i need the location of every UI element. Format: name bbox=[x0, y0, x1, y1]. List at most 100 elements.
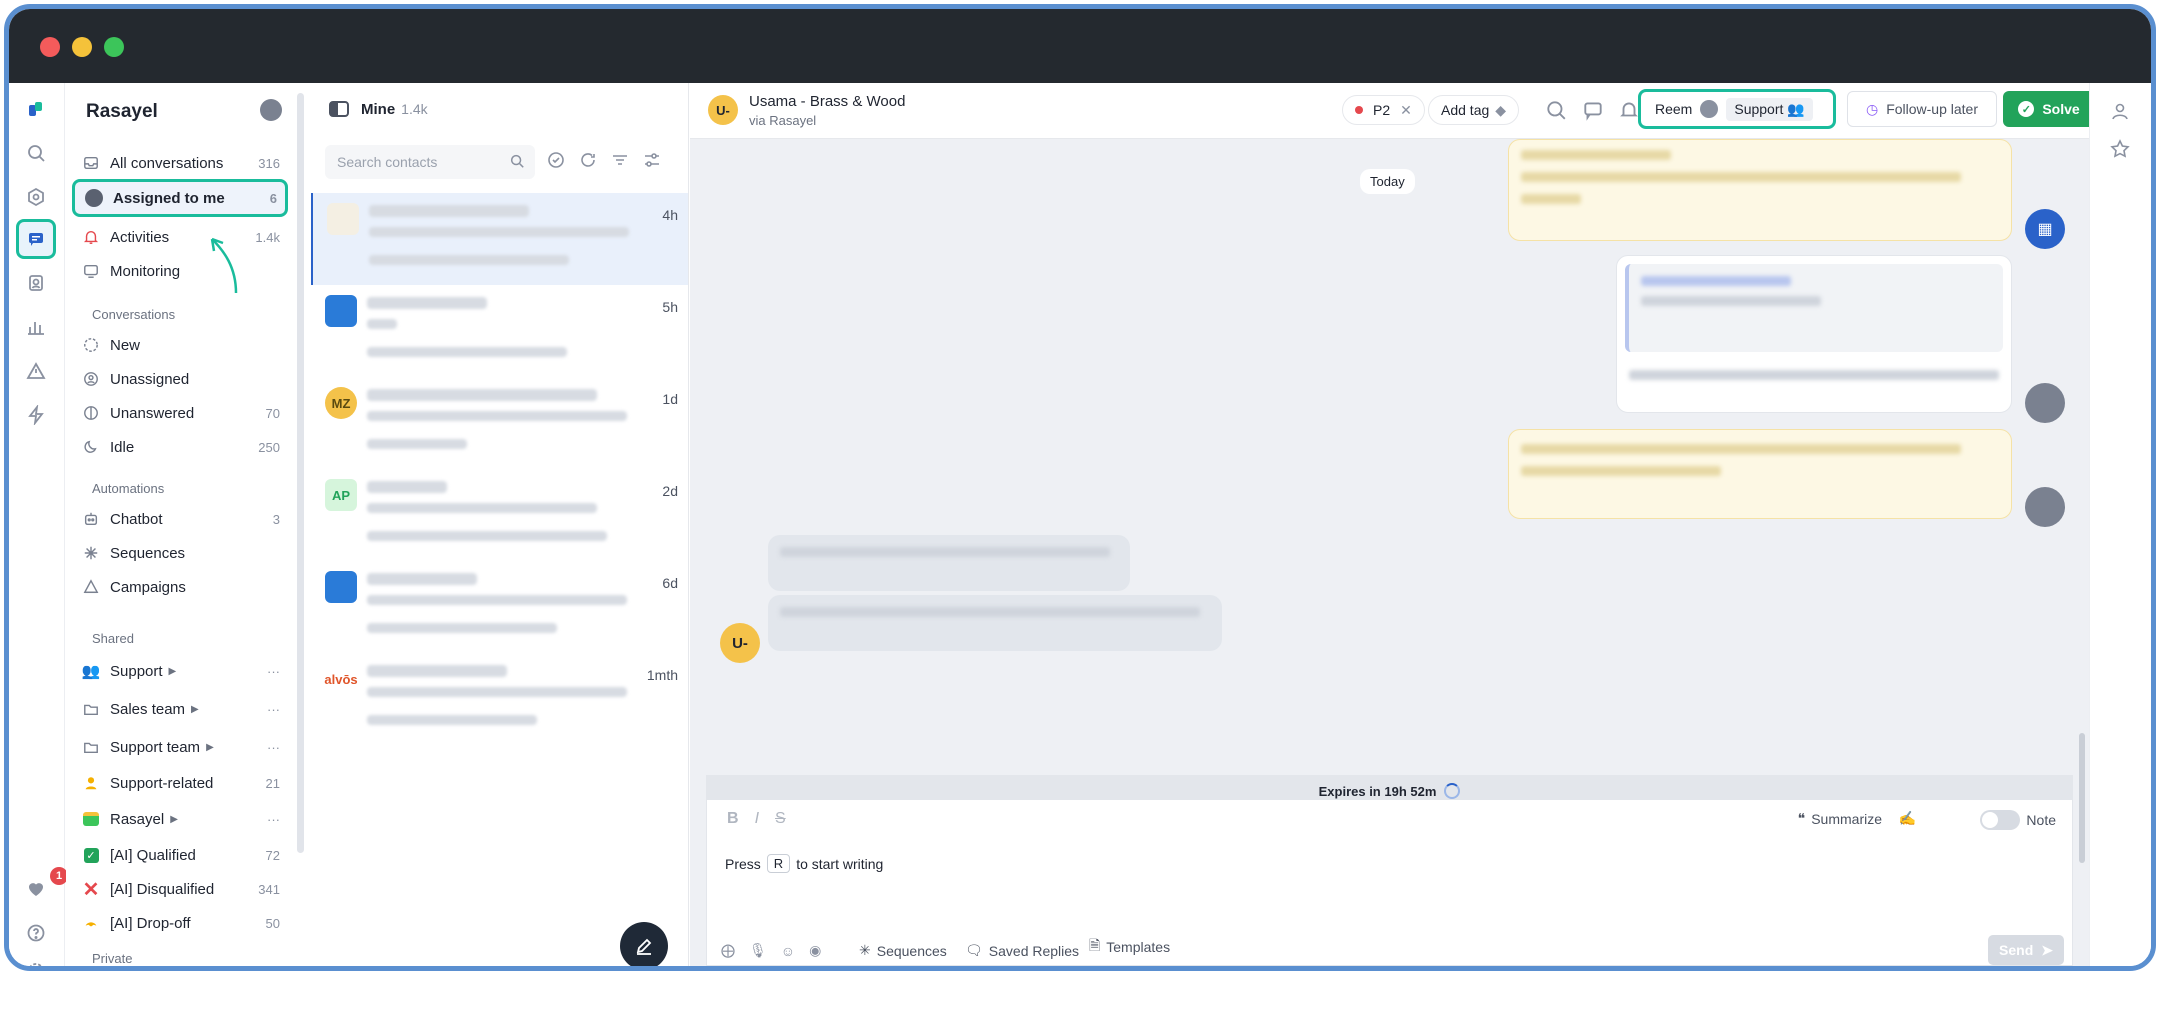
message-outgoing[interactable] bbox=[1508, 429, 2012, 519]
star-icon[interactable] bbox=[2110, 139, 2132, 161]
sidebar-item-support-team[interactable]: Support team ▶ ··· bbox=[72, 731, 288, 763]
lightning-icon[interactable] bbox=[24, 403, 48, 427]
contact-avatar bbox=[327, 203, 359, 235]
sidebar-item-chatbot[interactable]: Chatbot 3 bbox=[72, 503, 288, 535]
add-tag-button[interactable]: Add tag ◆ bbox=[1428, 95, 1520, 125]
close-window-button[interactable] bbox=[40, 37, 60, 57]
sidebar-item-support-related[interactable]: Support-related 21 bbox=[72, 767, 288, 799]
list-item[interactable]: AP 2d bbox=[311, 469, 688, 561]
more-icon[interactable]: ··· bbox=[267, 740, 288, 755]
contact-avatar[interactable]: U- bbox=[708, 95, 738, 125]
signature-icon[interactable]: ✍ bbox=[1899, 810, 1916, 827]
monitor-icon bbox=[82, 262, 100, 280]
filter-icon[interactable] bbox=[611, 151, 629, 174]
strikethrough-icon[interactable]: S bbox=[775, 810, 786, 828]
settings-icon[interactable]: ◉ bbox=[809, 942, 821, 959]
search-icon[interactable] bbox=[1545, 99, 1567, 121]
compose-new-button[interactable] bbox=[620, 922, 668, 966]
more-icon[interactable]: ··· bbox=[267, 664, 288, 679]
note-toggle[interactable]: Note bbox=[1980, 810, 2056, 830]
list-item[interactable]: 4h bbox=[311, 193, 688, 285]
sidebar-item-idle[interactable]: Idle 250 bbox=[72, 431, 288, 463]
message-incoming[interactable] bbox=[768, 595, 1222, 651]
rasayel-logo-icon[interactable] bbox=[24, 97, 48, 121]
reports-icon[interactable] bbox=[24, 315, 48, 339]
sidebar-item-campaigns[interactable]: Campaigns bbox=[72, 571, 288, 603]
contact-name[interactable]: Usama - Brass & Wood bbox=[749, 93, 905, 110]
messages-scrollbar[interactable] bbox=[2079, 733, 2085, 863]
blurred-name bbox=[369, 205, 529, 217]
message-outgoing[interactable] bbox=[1508, 139, 2012, 241]
search-icon[interactable] bbox=[24, 141, 48, 165]
sidebar-item-ai-drop-off[interactable]: [AI] Drop-off 50 bbox=[72, 907, 288, 939]
sidebar-item-support[interactable]: 👥 Support ▶ ··· bbox=[72, 655, 288, 687]
gear-icon[interactable] bbox=[24, 959, 48, 966]
sidebar-scrollbar[interactable] bbox=[297, 93, 304, 853]
sidebar-item-unassigned[interactable]: Unassigned bbox=[72, 363, 288, 395]
bell-icon[interactable] bbox=[1618, 99, 1640, 121]
italic-icon[interactable]: I bbox=[755, 810, 759, 828]
sidebar-item-monitoring[interactable]: Monitoring bbox=[72, 255, 288, 287]
sidebar-item-sequences[interactable]: Sequences bbox=[72, 537, 288, 569]
contact-avatar bbox=[325, 571, 357, 603]
list-item[interactable]: MZ 1d bbox=[311, 377, 688, 469]
tag-icon: ◆ bbox=[1495, 101, 1507, 118]
help-icon[interactable] bbox=[24, 921, 48, 945]
blurred-preview bbox=[367, 319, 397, 329]
summarize-button[interactable]: ❝ Summarize bbox=[1798, 810, 1882, 827]
check-circle-icon[interactable] bbox=[547, 151, 565, 174]
folder-icon bbox=[82, 700, 100, 718]
message-incoming[interactable] bbox=[768, 535, 1130, 591]
heart-icon[interactable]: 1 bbox=[24, 867, 68, 901]
sidebar-item-all-conversations[interactable]: All conversations 316 bbox=[72, 147, 288, 179]
composer-input[interactable]: Press R to start writing bbox=[725, 854, 883, 873]
sequences-button[interactable]: ✳ Sequences bbox=[859, 942, 947, 959]
toggle-switch[interactable] bbox=[1980, 810, 2021, 830]
warning-icon[interactable] bbox=[24, 359, 48, 383]
list-item[interactable]: alvōs 1mth bbox=[311, 653, 688, 745]
sidebar-item-ai-qualified[interactable]: ✓ [AI] Qualified 72 bbox=[72, 839, 288, 871]
plus-icon[interactable]: ⨁ bbox=[721, 942, 735, 959]
message-composer[interactable]: BIS ❝ Summarize ✍ Note Press R to start … bbox=[706, 800, 2073, 966]
avatar bbox=[85, 189, 103, 207]
sidebar-item-activities[interactable]: Activities 1.4k bbox=[72, 221, 288, 253]
list-item[interactable]: 5h bbox=[311, 285, 688, 377]
send-button[interactable]: Send ➤ bbox=[1988, 935, 2064, 965]
more-icon[interactable]: ··· bbox=[267, 702, 288, 717]
sidebar-item-new[interactable]: New bbox=[72, 329, 288, 361]
minimize-window-button[interactable] bbox=[72, 37, 92, 57]
assignment-selector[interactable]: Reem Support 👥 bbox=[1638, 89, 1836, 129]
sidebar-item-label: [AI] Drop-off bbox=[110, 914, 191, 932]
settings-icon[interactable] bbox=[24, 185, 48, 209]
sidebar-item-sales-team[interactable]: Sales team ▶ ··· bbox=[72, 693, 288, 725]
microphone-icon[interactable]: 🎙 bbox=[749, 942, 767, 959]
saved-replies-label: Saved Replies bbox=[988, 942, 1080, 959]
close-icon[interactable]: ✕ bbox=[1400, 102, 1412, 119]
message-outgoing-reply[interactable] bbox=[1616, 255, 2012, 413]
panel-toggle-icon[interactable] bbox=[329, 101, 349, 117]
list-item[interactable]: 6d bbox=[311, 561, 688, 653]
bold-icon[interactable]: B bbox=[727, 810, 739, 828]
user-icon[interactable] bbox=[2110, 101, 2132, 123]
priority-pill[interactable]: P2 ✕ bbox=[1342, 95, 1425, 125]
sidebar-item-assigned-to-me[interactable]: Assigned to me 6 bbox=[72, 179, 288, 217]
refresh-icon[interactable] bbox=[579, 151, 597, 174]
avatar[interactable] bbox=[260, 99, 282, 121]
comment-icon[interactable] bbox=[1582, 99, 1604, 121]
solve-button[interactable]: ✓ Solve bbox=[2003, 91, 2095, 127]
saved-replies-button[interactable]: 🗨 Saved Replies bbox=[965, 942, 1079, 959]
search-input[interactable]: Search contacts bbox=[325, 145, 535, 179]
maximize-window-button[interactable] bbox=[104, 37, 124, 57]
sidebar-item-rasayel[interactable]: Rasayel ▶ ··· bbox=[72, 803, 288, 835]
team-chip[interactable]: Support 👥 bbox=[1726, 97, 1813, 121]
templates-button[interactable]: 🗎 Templates bbox=[1089, 935, 1170, 959]
blurred-tags bbox=[367, 623, 557, 633]
emoji-icon[interactable]: ☺ bbox=[781, 943, 795, 959]
sidebar-item-unanswered[interactable]: Unanswered 70 bbox=[72, 397, 288, 429]
sidebar-item-ai-disqualified[interactable]: ✕ [AI] Disqualified 341 bbox=[72, 873, 288, 905]
sliders-icon[interactable] bbox=[643, 151, 661, 174]
more-icon[interactable]: ··· bbox=[267, 812, 288, 827]
inbox-icon[interactable] bbox=[16, 219, 56, 259]
contacts-icon[interactable] bbox=[24, 271, 48, 295]
follow-up-later-button[interactable]: ◷ Follow-up later bbox=[1847, 91, 1997, 127]
